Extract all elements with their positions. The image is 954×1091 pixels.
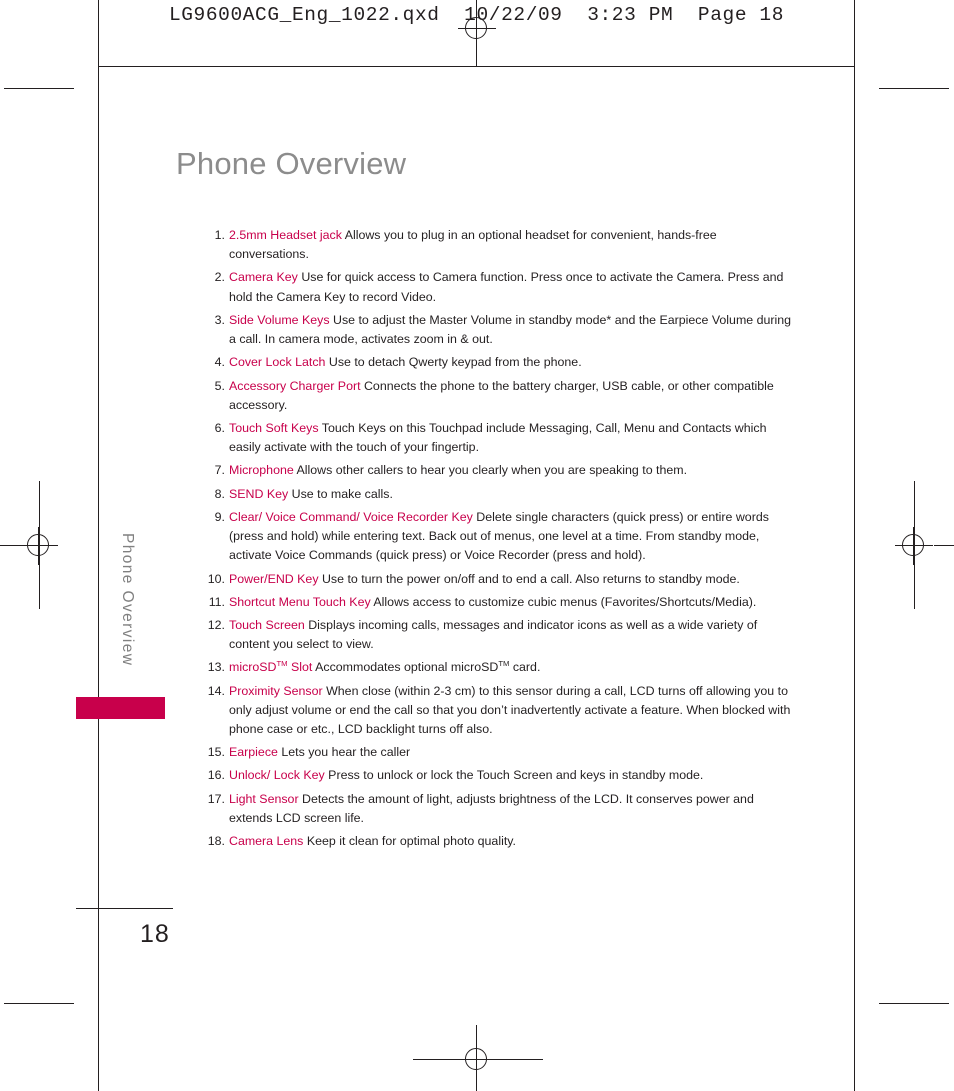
list-item-body: Camera Key Use for quick access to Camer… xyxy=(229,268,793,306)
running-head-vertical: Phone Overview xyxy=(119,533,136,667)
list-item-number: 2. xyxy=(214,270,225,285)
list-item-number: 9. xyxy=(214,509,225,524)
section-color-tab xyxy=(76,697,165,719)
list-item-number: 16. xyxy=(207,768,225,783)
list-item-term: Microphone xyxy=(229,463,294,478)
list-item-description: Displays incoming calls, messages and in… xyxy=(229,617,758,652)
list-item: 9. Clear/ Voice Command/ Voice Recorder K… xyxy=(203,508,793,566)
list-item-number: 10. xyxy=(207,571,225,586)
list-item-body: Side Volume Keys Use to adjust the Maste… xyxy=(229,311,793,349)
trademark-superscript: TM xyxy=(498,659,510,669)
list-item-term: Camera Lens xyxy=(229,834,304,849)
list-item-body: Light Sensor Detects the amount of light… xyxy=(229,790,793,828)
list-item-description: Keep it clean for optimal photo quality. xyxy=(303,834,516,849)
list-item-number: 13. xyxy=(207,660,225,675)
list-item-description: Accommodates optional microSDTM card. xyxy=(312,659,541,675)
list-item-number: 7. xyxy=(214,463,225,478)
list-item-description: Use to turn the power on/off and to end … xyxy=(318,571,740,586)
list-item-body: Proximity Sensor When close (within 2-3 … xyxy=(229,682,793,740)
page-title: Phone Overview xyxy=(176,146,407,181)
list-item-body: Touch Soft Keys Touch Keys on this Touch… xyxy=(229,419,793,457)
list-item-number: 15. xyxy=(207,745,225,760)
list-item-number: 12. xyxy=(207,617,225,632)
list-item-number: 18. xyxy=(207,834,225,849)
list-item-term: Unlock/ Lock Key xyxy=(229,768,325,783)
list-item: 15. Earpiece Lets you hear the caller xyxy=(203,743,793,762)
phone-overview-list: 1. 2.5mm Headset jack Allows you to plug … xyxy=(203,226,793,855)
page-number: 18 xyxy=(140,920,170,948)
list-item-description: Allows access to customize cubic menus (… xyxy=(370,594,757,609)
list-item-body: Power/END Key Use to turn the power on/o… xyxy=(229,570,793,589)
list-item-term: Touch Screen xyxy=(229,617,305,632)
footer-rule xyxy=(76,908,173,909)
list-item: 16. Unlock/ Lock Key Press to unlock or l… xyxy=(203,766,793,785)
list-item: 14. Proximity Sensor When close (within 2… xyxy=(203,682,793,740)
list-item: 10. Power/END Key Use to turn the power o… xyxy=(203,570,793,589)
list-item-number: 6. xyxy=(214,420,225,435)
list-item: 4. Cover Lock Latch Use to detach Qwerty … xyxy=(203,353,793,372)
list-item-number: 11. xyxy=(208,594,225,609)
list-item-number: 17. xyxy=(207,791,225,806)
list-item-description: Use to detach Qwerty keypad from the pho… xyxy=(325,355,582,370)
list-item-term: microSDTM Slot xyxy=(229,659,313,675)
list-item-body: Camera Lens Keep it clean for optimal ph… xyxy=(229,832,793,851)
list-item-number: 8. xyxy=(214,486,225,501)
list-item-description: Press to unlock or lock the Touch Screen… xyxy=(324,768,704,783)
list-item-term: Earpiece xyxy=(229,745,278,760)
list-item-term: Touch Soft Keys xyxy=(229,420,319,435)
list-item-body: Accessory Charger Port Connects the phon… xyxy=(229,377,793,415)
list-item-body: Microphone Allows other callers to hear … xyxy=(229,461,793,480)
list-item: 11. Shortcut Menu Touch Key Allows access… xyxy=(203,593,793,612)
list-item-description: Use to make calls. xyxy=(288,486,393,501)
list-item-term: Accessory Charger Port xyxy=(229,378,361,393)
list-item-body: Earpiece Lets you hear the caller xyxy=(229,743,793,762)
page-content: Phone Overview Phone Overview 1. 2.5mm He… xyxy=(0,0,954,1091)
list-item: 2. Camera Key Use for quick access to Cam… xyxy=(203,268,793,306)
list-item-body: Clear/ Voice Command/ Voice Recorder Key… xyxy=(229,508,793,566)
list-item-body: SEND Key Use to make calls. xyxy=(229,485,793,504)
list-item-body: Cover Lock Latch Use to detach Qwerty ke… xyxy=(229,353,793,372)
list-item-term: Power/END Key xyxy=(229,571,319,586)
list-item: 18. Camera Lens Keep it clean for optimal… xyxy=(203,832,793,851)
list-item-description: Lets you hear the caller xyxy=(277,745,411,760)
list-item-term: 2.5mm Headset jack xyxy=(229,228,342,242)
list-item-description: Allows other callers to hear you clearly… xyxy=(293,463,688,478)
list-item: 12. Touch Screen Displays incoming calls,… xyxy=(203,616,793,654)
list-item-body: Unlock/ Lock Key Press to unlock or lock… xyxy=(229,766,793,785)
list-item-term: Shortcut Menu Touch Key xyxy=(229,594,371,609)
list-item: 3. Side Volume Keys Use to adjust the Mas… xyxy=(203,311,793,349)
list-item-number: 3. xyxy=(214,312,225,327)
list-item-term: Camera Key xyxy=(229,270,298,285)
trademark-superscript: TM xyxy=(276,659,288,669)
list-item-term: SEND Key xyxy=(229,486,289,501)
list-item-number: 14. xyxy=(207,683,225,698)
list-item: 5. Accessory Charger Port Connects the ph… xyxy=(203,377,793,415)
list-item-body: 2.5mm Headset jack Allows you to plug in… xyxy=(229,226,793,264)
list-item-description: Detects the amount of light, adjusts bri… xyxy=(229,791,754,825)
list-item-term: Cover Lock Latch xyxy=(229,355,326,370)
list-item-term: Proximity Sensor xyxy=(229,683,323,698)
list-item-body: Shortcut Menu Touch Key Allows access to… xyxy=(229,593,793,612)
list-item: 6. Touch Soft Keys Touch Keys on this Tou… xyxy=(203,419,793,457)
list-item-number: 4. xyxy=(214,355,225,370)
list-item-term: Side Volume Keys xyxy=(229,312,330,327)
list-item: 17. Light Sensor Detects the amount of l… xyxy=(203,790,793,828)
list-item-number: 1. xyxy=(214,228,225,242)
list-item-body: Touch Screen Displays incoming calls, me… xyxy=(229,616,793,654)
list-item: 7. Microphone Allows other callers to hea… xyxy=(203,461,793,480)
list-item-number: 5. xyxy=(214,378,225,393)
list-item-term: Light Sensor xyxy=(229,791,299,806)
list-item-body: microSDTM Slot Accommodates optional mic… xyxy=(229,658,793,677)
list-item: 13. microSDTM Slot Accommodates optional … xyxy=(203,658,793,677)
list-item: 8. SEND Key Use to make calls. xyxy=(203,485,793,504)
list-item-description: Use for quick access to Camera function.… xyxy=(229,270,784,304)
list-item: 1. 2.5mm Headset jack Allows you to plug … xyxy=(203,226,793,264)
list-item-term: Clear/ Voice Command/ Voice Recorder Key xyxy=(229,509,473,524)
